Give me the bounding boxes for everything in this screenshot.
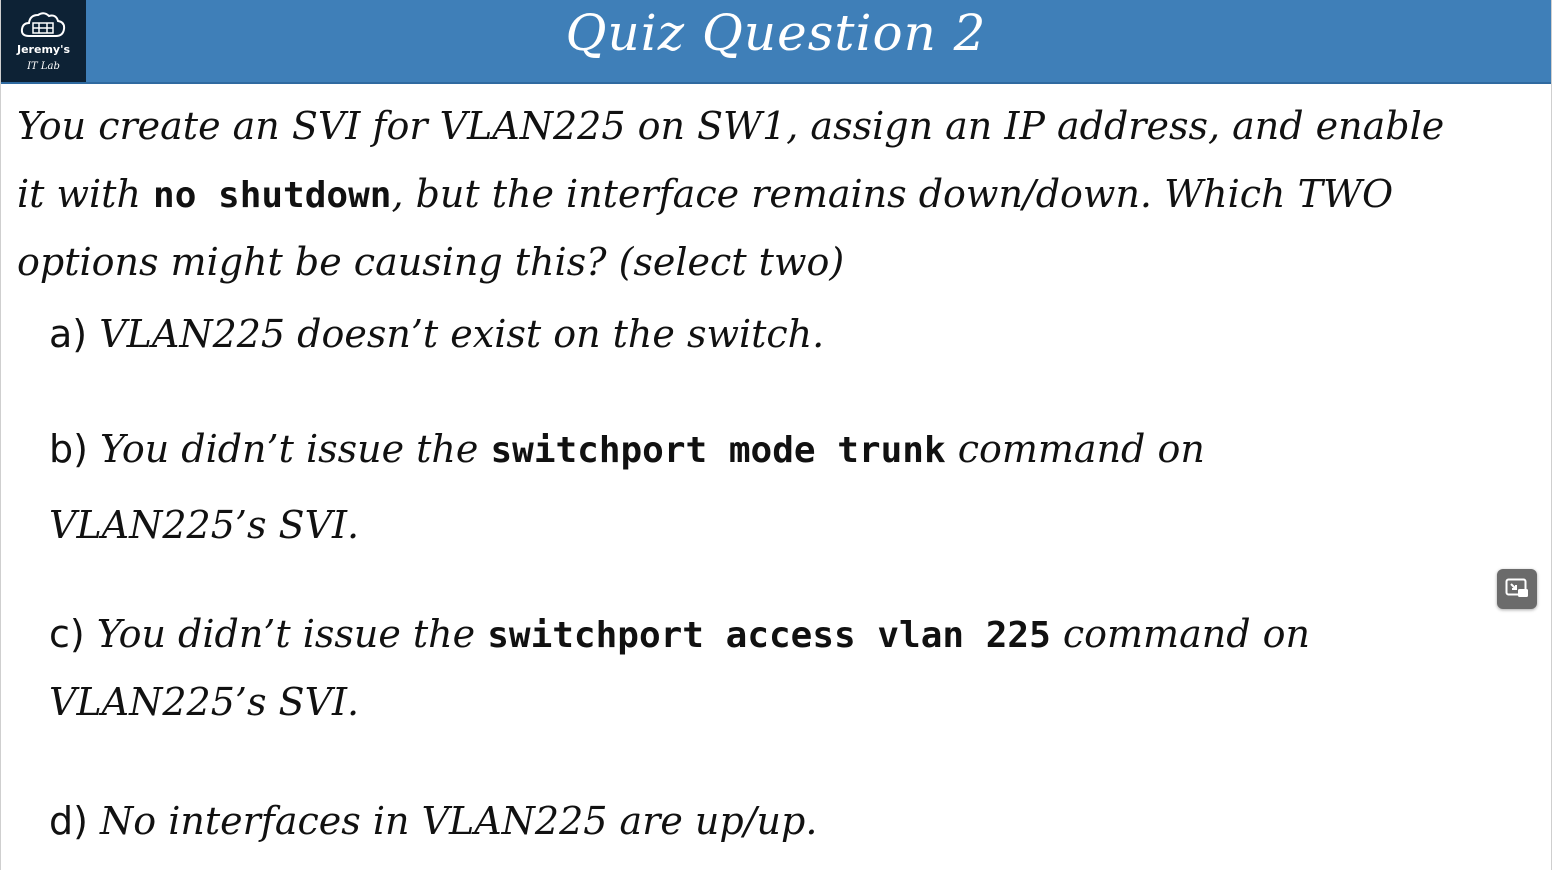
option-text: command on — [945, 427, 1205, 471]
question-line-2: it with no shutdown, but the interface r… — [17, 172, 1393, 216]
option-text: No interfaces in VLAN225 are up/up. — [87, 799, 818, 843]
question-line-3: options might be causing this? (select t… — [17, 240, 844, 284]
title-bar: Jeremy's IT Lab Quiz Question 2 — [1, 0, 1551, 84]
option-a: a) VLAN225 doesn’t exist on the switch. — [49, 312, 824, 356]
question-line-1: You create an SVI for VLAN225 on SW1, as… — [17, 104, 1444, 148]
logo-name: Jeremy's — [17, 43, 70, 56]
option-b-line-2: VLAN225’s SVI. — [49, 503, 359, 547]
option-text: You didn’t issue the — [84, 612, 488, 656]
option-text: command on — [1050, 612, 1310, 656]
option-text: VLAN225’s SVI. — [49, 680, 360, 724]
logo: Jeremy's IT Lab — [1, 0, 86, 82]
logo-subtitle: IT Lab — [27, 61, 60, 72]
cloud-logo-icon — [20, 12, 66, 37]
command-no-shutdown: no shutdown — [153, 175, 392, 216]
slide-title: Quiz Question 2 — [565, 4, 987, 62]
option-text: VLAN225 doesn’t exist on the switch. — [87, 312, 825, 356]
option-letter: c) — [49, 612, 85, 656]
slide: Jeremy's IT Lab Quiz Question 2 You crea… — [0, 0, 1552, 870]
picture-in-picture-exit-icon — [1505, 578, 1528, 597]
option-c-line-2: VLAN225’s SVI. — [49, 680, 359, 724]
option-text: You didn’t issue the — [87, 427, 491, 471]
option-letter: a) — [49, 312, 88, 356]
option-text: VLAN225’s SVI. — [49, 503, 360, 547]
option-d: d) No interfaces in VLAN225 are up/up. — [49, 799, 817, 843]
option-letter: d) — [49, 799, 88, 843]
option-c: c) You didn’t issue the switchport acces… — [49, 612, 1310, 656]
exit-picture-in-picture-button[interactable] — [1497, 569, 1537, 609]
question-text: , but the interface remains down/down. W… — [391, 172, 1394, 216]
question-text: it with — [17, 172, 154, 216]
command-switchport-access-vlan: switchport access vlan 225 — [487, 615, 1051, 656]
question-text: You create an SVI for VLAN225 on SW1, as… — [17, 104, 1445, 148]
option-b: b) You didn’t issue the switchport mode … — [49, 427, 1205, 471]
command-switchport-mode-trunk: switchport mode trunk — [490, 430, 946, 471]
option-letter: b) — [49, 427, 88, 471]
question-text: options might be causing this? (select t… — [17, 240, 845, 284]
